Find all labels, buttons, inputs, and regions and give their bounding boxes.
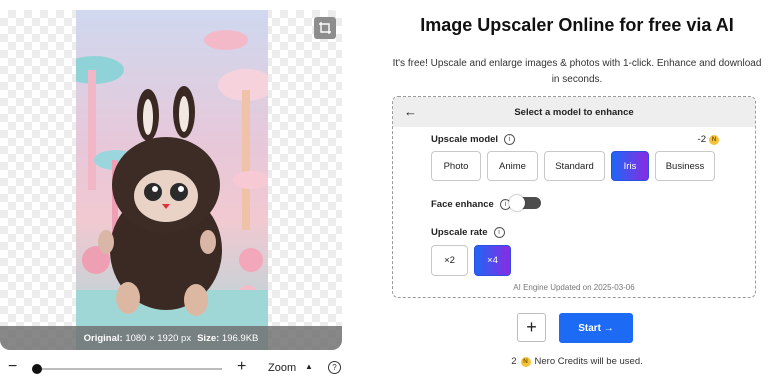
zoom-label[interactable]: Zoom xyxy=(268,362,296,374)
back-arrow-icon[interactable]: ← xyxy=(404,104,417,119)
coin-icon: N xyxy=(520,356,531,367)
add-button[interactable]: + xyxy=(517,313,546,342)
original-label: Original: xyxy=(83,332,123,344)
original-dimensions: 1080 × 1920 px xyxy=(125,332,192,344)
upscale-model-text: Upscale model xyxy=(431,134,499,146)
credit-cost-value: -2 xyxy=(697,134,706,145)
upscale-rate-text: Upscale rate xyxy=(431,227,488,239)
rate-x4-button[interactable]: ×4 xyxy=(474,245,511,276)
model-standard-button[interactable]: Standard xyxy=(544,151,605,181)
caret-up-icon[interactable]: ▲ xyxy=(305,362,313,371)
file-size: 196.9KB xyxy=(221,332,259,344)
zoom-slider-track[interactable] xyxy=(35,368,222,370)
upscale-model-label: Upscale model i xyxy=(431,134,516,146)
credits-count: 2 xyxy=(511,356,517,367)
model-business-button[interactable]: Business xyxy=(655,151,715,181)
model-options: Photo Anime Standard Iris Business xyxy=(431,151,715,181)
info-icon[interactable]: i xyxy=(493,227,505,238)
face-enhance-label: Face enhance i xyxy=(431,199,511,210)
image-preview: Original: 1080 × 1920 px Size: 196.9KB xyxy=(0,10,342,350)
model-iris-button[interactable]: Iris xyxy=(611,151,649,181)
image-info-bar: Original: 1080 × 1920 px Size: 196.9KB xyxy=(0,326,342,350)
uploaded-photo xyxy=(76,10,268,350)
zoom-controls: − + Zoom ▲ ? xyxy=(0,358,342,378)
credits-text: Nero Credits will be used. xyxy=(534,356,643,367)
info-icon[interactable]: i xyxy=(504,134,516,145)
model-panel: ← Select a model to enhance Upscale mode… xyxy=(392,96,756,298)
panel-heading: Select a model to enhance xyxy=(514,106,634,118)
face-enhance-text: Face enhance xyxy=(431,199,494,211)
toggle-knob xyxy=(509,195,525,211)
photo-illustration xyxy=(76,30,268,350)
page-subtitle: It's free! Upscale and enlarge images & … xyxy=(392,58,762,85)
rate-options: ×2 ×4 xyxy=(431,245,511,276)
coin-icon: N xyxy=(709,134,719,145)
size-label: Size: xyxy=(197,332,220,344)
model-photo-button[interactable]: Photo xyxy=(431,151,481,181)
start-button[interactable]: Start → xyxy=(559,313,633,343)
upscale-rate-label: Upscale rate i xyxy=(431,227,505,238)
engine-update-note: AI Engine Updated on 2025-03-06 xyxy=(513,283,635,292)
model-anime-button[interactable]: Anime xyxy=(487,151,538,181)
face-enhance-toggle[interactable] xyxy=(509,195,541,211)
credits-note: 2 N Nero Credits will be used. xyxy=(477,356,677,367)
help-icon[interactable]: ? xyxy=(328,361,341,374)
zoom-out-button[interactable]: − xyxy=(8,358,17,376)
panel-header: ← Select a model to enhance xyxy=(393,97,755,127)
page-title: Image Upscaler Online for free via AI xyxy=(420,15,734,35)
crop-icon xyxy=(319,22,331,34)
crop-button[interactable] xyxy=(314,17,336,39)
zoom-slider-thumb[interactable] xyxy=(32,364,42,374)
rate-x2-button[interactable]: ×2 xyxy=(431,245,468,276)
zoom-in-button[interactable]: + xyxy=(237,358,246,376)
credit-cost: -2 N xyxy=(698,134,719,145)
